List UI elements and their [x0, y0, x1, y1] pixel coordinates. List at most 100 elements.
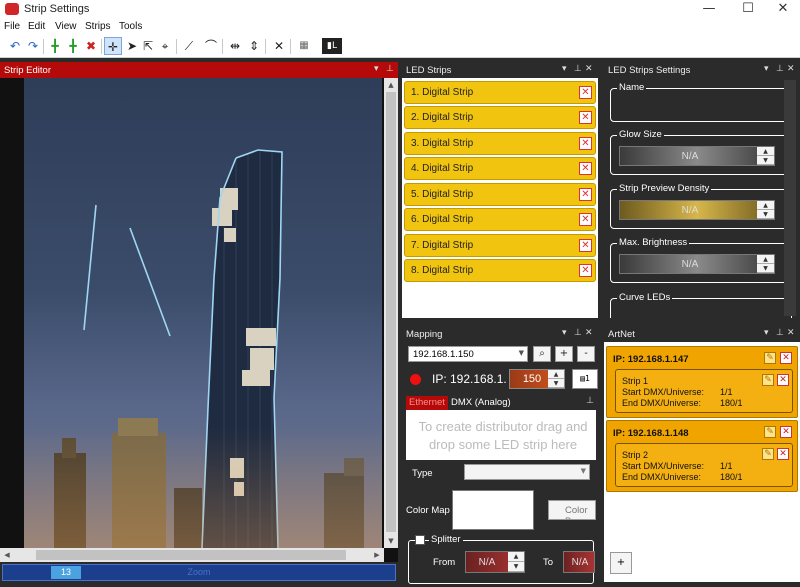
- to-stepper[interactable]: N/A: [563, 551, 595, 573]
- clear-icon[interactable]: ✕: [270, 37, 288, 55]
- edit-icon[interactable]: ✎: [762, 374, 774, 386]
- search-icon[interactable]: ⌕: [533, 346, 551, 362]
- decrement-icon[interactable]: ▼: [757, 210, 774, 219]
- delete-icon[interactable]: ✕: [777, 448, 789, 460]
- strip-item[interactable]: 3. Digital Strip ✕: [404, 132, 596, 155]
- layout-icon[interactable]: ▤1: [572, 369, 598, 389]
- density-stepper[interactable]: N/A ▲ ▼: [619, 200, 775, 220]
- panel-menu-icon[interactable]: ▾: [374, 64, 379, 74]
- delete-icon[interactable]: ✕: [579, 188, 592, 201]
- increment-icon[interactable]: ▲: [548, 370, 564, 379]
- color-map-swatch[interactable]: [452, 490, 534, 530]
- close-icon[interactable]: ✕: [787, 64, 795, 74]
- delete-strip-icon[interactable]: ✖: [82, 37, 100, 55]
- menu-view[interactable]: View: [55, 21, 77, 32]
- tab-dmx[interactable]: DMX (Analog): [448, 396, 514, 410]
- crosshair-icon[interactable]: ✛: [104, 37, 122, 55]
- artnet-strip-card[interactable]: Strip 2 Start DMX/Universe: 1/1 End DMX/…: [615, 443, 793, 487]
- decrement-icon[interactable]: ▼: [757, 264, 774, 273]
- preview-icon[interactable]: ▮L: [322, 38, 342, 54]
- strip-item[interactable]: 2. Digital Strip ✕: [404, 106, 596, 129]
- edit-icon[interactable]: ✎: [762, 448, 774, 460]
- delete-icon[interactable]: ✕: [777, 374, 789, 386]
- pin-icon[interactable]: ⊥: [574, 64, 582, 74]
- decrement-icon[interactable]: ▼: [757, 156, 774, 165]
- zoom-value[interactable]: 13: [51, 566, 81, 579]
- panel-menu-icon[interactable]: ▾: [562, 64, 567, 74]
- menu-tools[interactable]: Tools: [119, 21, 142, 32]
- select-icon[interactable]: ⇱: [139, 37, 157, 55]
- horizontal-scrollbar[interactable]: ◀ ▶: [0, 548, 384, 562]
- panel-menu-icon[interactable]: ▾: [764, 328, 769, 338]
- delete-icon[interactable]: ✕: [579, 239, 592, 252]
- strip-item[interactable]: 6. Digital Strip ✕: [404, 208, 596, 231]
- artnet-device-card[interactable]: IP: 192.168.1.147 ✎ ✕ Strip 1 Start DMX/…: [606, 346, 798, 418]
- add-button[interactable]: +: [555, 346, 573, 362]
- scroll-up-arrow[interactable]: ▲: [384, 78, 398, 92]
- panel-menu-icon[interactable]: ▾: [764, 64, 769, 74]
- minimize-button[interactable]: —: [692, 0, 726, 20]
- menu-edit[interactable]: Edit: [28, 21, 45, 32]
- remove-button[interactable]: -: [577, 346, 595, 362]
- split-vertical-icon[interactable]: ⇹: [226, 37, 244, 55]
- led-strip-line[interactable]: [83, 204, 97, 331]
- pin-icon[interactable]: ⊥: [574, 328, 582, 338]
- delete-icon[interactable]: ✕: [579, 162, 592, 175]
- delete-icon[interactable]: ✕: [579, 137, 592, 150]
- ip-octet-stepper[interactable]: 150 ▲ ▼: [509, 369, 565, 389]
- pin-icon[interactable]: ⊥: [776, 328, 784, 338]
- tab-menu-icon[interactable]: ⊥: [586, 396, 594, 406]
- strip-item[interactable]: 8. Digital Strip ✕: [404, 259, 596, 282]
- increment-icon[interactable]: ▲: [508, 552, 524, 562]
- vertical-scrollbar[interactable]: ▲ ▼: [384, 78, 398, 548]
- glow-size-stepper[interactable]: N/A ▲ ▼: [619, 146, 775, 166]
- increment-icon[interactable]: ▲: [757, 255, 774, 264]
- artnet-device-card[interactable]: IP: 192.168.1.148 ✎ ✕ Strip 2 Start DMX/…: [606, 420, 798, 492]
- delete-icon[interactable]: ✕: [780, 352, 792, 364]
- close-icon[interactable]: ✕: [585, 328, 593, 338]
- pin-icon[interactable]: ⊥: [776, 64, 784, 74]
- delete-icon[interactable]: ✕: [780, 426, 792, 438]
- undo-icon[interactable]: ↶: [6, 37, 24, 55]
- increment-icon[interactable]: ▲: [757, 201, 774, 210]
- decrement-icon[interactable]: ▼: [548, 379, 564, 388]
- scroll-right-arrow[interactable]: ▶: [370, 548, 384, 562]
- vertical-scroll-thumb[interactable]: [386, 92, 396, 532]
- close-button[interactable]: ✕: [766, 0, 800, 20]
- redo-icon[interactable]: ↷: [24, 37, 42, 55]
- edit-icon[interactable]: ✎: [764, 426, 776, 438]
- delete-icon[interactable]: ✕: [579, 111, 592, 124]
- increment-icon[interactable]: ▲: [757, 147, 774, 156]
- delete-icon[interactable]: ✕: [579, 213, 592, 226]
- add-strip-alt-icon[interactable]: ╋: [64, 37, 82, 55]
- from-stepper[interactable]: N/A ▲ ▼: [465, 551, 525, 573]
- close-icon[interactable]: ✕: [585, 64, 593, 74]
- strip-editor-canvas[interactable]: ▲ ▼ ◀ ▶: [0, 78, 398, 562]
- strip-item[interactable]: 4. Digital Strip ✕: [404, 157, 596, 180]
- led-strip-line[interactable]: [129, 227, 171, 337]
- scroll-down-arrow[interactable]: ▼: [384, 534, 398, 548]
- strip-item[interactable]: 1. Digital Strip ✕: [404, 81, 596, 104]
- settings-scrollbar[interactable]: [784, 80, 796, 316]
- decrement-icon[interactable]: ▼: [508, 562, 524, 572]
- curve-icon[interactable]: ⌒: [202, 37, 220, 55]
- zoom-slider[interactable]: Zoom 13: [2, 564, 396, 581]
- strip-item[interactable]: 5. Digital Strip ✕: [404, 183, 596, 206]
- add-strip-icon[interactable]: ╋: [46, 37, 64, 55]
- type-dropdown[interactable]: ▼: [464, 464, 590, 480]
- scroll-left-arrow[interactable]: ◀: [0, 548, 14, 562]
- delete-icon[interactable]: ✕: [579, 86, 592, 99]
- close-icon[interactable]: ✕: [787, 328, 795, 338]
- ip-dropdown[interactable]: 192.168.1.150 ▼: [408, 346, 528, 362]
- tab-ethernet[interactable]: Ethernet: [406, 396, 448, 410]
- artnet-strip-card[interactable]: Strip 1 Start DMX/Universe: 1/1 End DMX/…: [615, 369, 793, 413]
- pin-icon[interactable]: ⊥: [386, 64, 394, 74]
- menu-strips[interactable]: Strips: [85, 21, 111, 32]
- panel-menu-icon[interactable]: ▾: [562, 328, 567, 338]
- grid-icon[interactable]: ▦: [295, 37, 313, 55]
- color-button[interactable]: Color B: [548, 500, 596, 520]
- maximize-button[interactable]: ☐: [731, 0, 765, 20]
- brightness-stepper[interactable]: N/A ▲ ▼: [619, 254, 775, 274]
- horizontal-scroll-thumb[interactable]: [36, 550, 346, 560]
- menu-file[interactable]: File: [4, 21, 20, 32]
